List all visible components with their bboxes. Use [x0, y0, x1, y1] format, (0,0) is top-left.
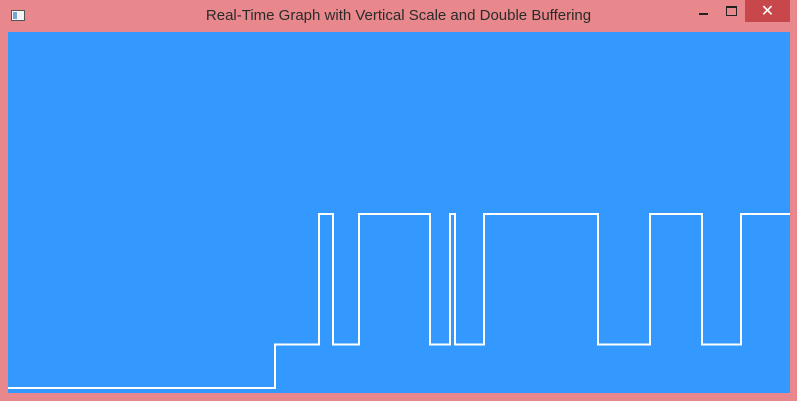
window-title: Real-Time Graph with Vertical Scale and …	[205, 7, 592, 24]
close-button[interactable]: ✕	[745, 0, 790, 22]
minimize-icon	[699, 12, 708, 15]
app-window: Real-Time Graph with Vertical Scale and …	[0, 0, 797, 401]
close-icon: ✕	[760, 1, 775, 20]
title-bar[interactable]: Real-Time Graph with Vertical Scale and …	[0, 0, 797, 32]
graph-canvas	[8, 213, 790, 389]
minimize-button[interactable]	[690, 0, 717, 22]
graph-area	[8, 32, 790, 393]
maximize-icon	[725, 6, 737, 16]
signal-line-series-0	[8, 213, 790, 389]
maximize-button[interactable]	[717, 0, 745, 22]
